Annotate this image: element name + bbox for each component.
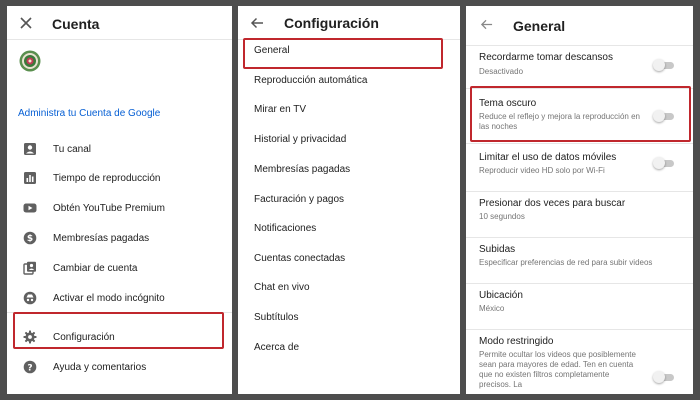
general-header: General bbox=[466, 6, 693, 46]
setting-title: Presionar dos veces para buscar bbox=[479, 198, 626, 209]
setting-title: Modo restringido bbox=[479, 336, 554, 347]
youtube-icon bbox=[23, 201, 37, 215]
limit-mobile-data-toggle[interactable] bbox=[653, 157, 675, 169]
menu-item-label: Tu canal bbox=[53, 143, 91, 155]
dark-theme-highlight bbox=[470, 86, 691, 142]
account-title: Cuenta bbox=[52, 16, 100, 32]
menu-item-get-premium[interactable]: Obtén YouTube Premium bbox=[7, 194, 232, 222]
menu-item-incognito[interactable]: Activar el modo incógnito bbox=[7, 284, 232, 312]
close-icon[interactable] bbox=[19, 16, 33, 30]
settings-title: Configuración bbox=[284, 15, 379, 31]
setting-subtitle: Reproducir video HD solo por Wi-Fi bbox=[479, 166, 605, 175]
setting-title: Recordarme tomar descansos bbox=[479, 52, 613, 63]
svg-text:$: $ bbox=[27, 234, 33, 244]
menu-item-label: Cambiar de cuenta bbox=[53, 262, 138, 274]
back-arrow-icon[interactable] bbox=[250, 16, 264, 30]
menu-item-label: Activar el modo incógnito bbox=[53, 292, 165, 304]
setting-subtitle: 10 segundos bbox=[479, 212, 525, 221]
general-panel: General Recordarme tomar descansos Desac… bbox=[466, 6, 693, 394]
menu-item-your-channel[interactable]: Tu canal bbox=[7, 135, 232, 163]
switch-account-icon bbox=[23, 261, 37, 275]
settings-header: Configuración bbox=[238, 6, 460, 40]
dollar-icon: $ bbox=[23, 231, 37, 245]
setting-subtitle: Desactivado bbox=[479, 67, 524, 76]
help-icon: ? bbox=[23, 360, 37, 374]
restricted-mode-toggle[interactable] bbox=[653, 371, 675, 383]
settings-item-watch-on-tv[interactable]: Mirar en TV bbox=[254, 100, 306, 120]
settings-item-live-chat[interactable]: Chat en vivo bbox=[254, 278, 310, 298]
menu-item-watch-time[interactable]: Tiempo de reproducción bbox=[7, 164, 232, 192]
setting-uploads[interactable]: Subidas Especificar preferencias de red … bbox=[466, 238, 693, 284]
menu-item-paid-memberships[interactable]: $ Membresías pagadas bbox=[7, 224, 232, 252]
avatar[interactable] bbox=[19, 50, 41, 72]
person-icon bbox=[23, 142, 37, 156]
settings-item-history-privacy[interactable]: Historial y privacidad bbox=[254, 130, 346, 150]
setting-limit-mobile-data[interactable]: Limitar el uso de datos móviles Reproduc… bbox=[466, 144, 693, 192]
menu-item-label: Tiempo de reproducción bbox=[53, 172, 161, 184]
setting-subtitle: Permite ocultar los videos que posibleme… bbox=[479, 350, 636, 389]
setting-location[interactable]: Ubicación México bbox=[466, 284, 693, 330]
settings-item-connected-accounts[interactable]: Cuentas conectadas bbox=[254, 249, 345, 269]
setting-title: Subidas bbox=[479, 244, 516, 255]
account-panel: Cuenta Administra tu Cuenta de Google Tu… bbox=[7, 6, 232, 394]
manage-google-account-link[interactable]: Administra tu Cuenta de Google bbox=[18, 108, 160, 119]
settings-item-captions[interactable]: Subtítulos bbox=[254, 308, 298, 328]
settings-item-paid-memberships[interactable]: Membresías pagadas bbox=[254, 160, 350, 180]
setting-double-tap-seek[interactable]: Presionar dos veces para buscar 10 segun… bbox=[466, 192, 693, 238]
setting-title: Ubicación bbox=[479, 290, 523, 301]
account-header: Cuenta bbox=[7, 6, 232, 40]
setting-subtitle: México bbox=[479, 304, 505, 313]
svg-text:?: ? bbox=[27, 363, 32, 373]
back-arrow-icon[interactable] bbox=[480, 18, 493, 31]
setting-break-reminder[interactable]: Recordarme tomar descansos Desactivado bbox=[466, 46, 693, 89]
menu-item-label: Obtén YouTube Premium bbox=[53, 202, 165, 214]
menu-item-label: Membresías pagadas bbox=[53, 232, 150, 244]
setting-title: Limitar el uso de datos móviles bbox=[479, 152, 617, 163]
menu-item-help[interactable]: ? Ayuda y comentarios bbox=[7, 353, 232, 381]
setting-restricted-mode[interactable]: Modo restringido Permite ocultar los vid… bbox=[466, 330, 693, 394]
setting-subtitle: Especificar preferencias de red para sub… bbox=[479, 258, 653, 267]
settings-item-about[interactable]: Acerca de bbox=[254, 338, 299, 358]
settings-highlight bbox=[13, 312, 224, 349]
settings-item-notifications[interactable]: Notificaciones bbox=[254, 219, 316, 239]
menu-item-label: Ayuda y comentarios bbox=[53, 361, 147, 373]
incognito-icon bbox=[23, 291, 37, 305]
settings-item-billing[interactable]: Facturación y pagos bbox=[254, 190, 344, 210]
break-reminder-toggle[interactable] bbox=[653, 59, 675, 71]
bar-chart-icon bbox=[23, 171, 37, 185]
general-highlight bbox=[243, 38, 443, 69]
menu-item-switch-account[interactable]: Cambiar de cuenta bbox=[7, 254, 232, 282]
general-title: General bbox=[513, 18, 566, 34]
settings-item-autoplay[interactable]: Reproducción automática bbox=[254, 71, 367, 91]
settings-panel: Configuración General Reproducción autom… bbox=[238, 6, 460, 394]
